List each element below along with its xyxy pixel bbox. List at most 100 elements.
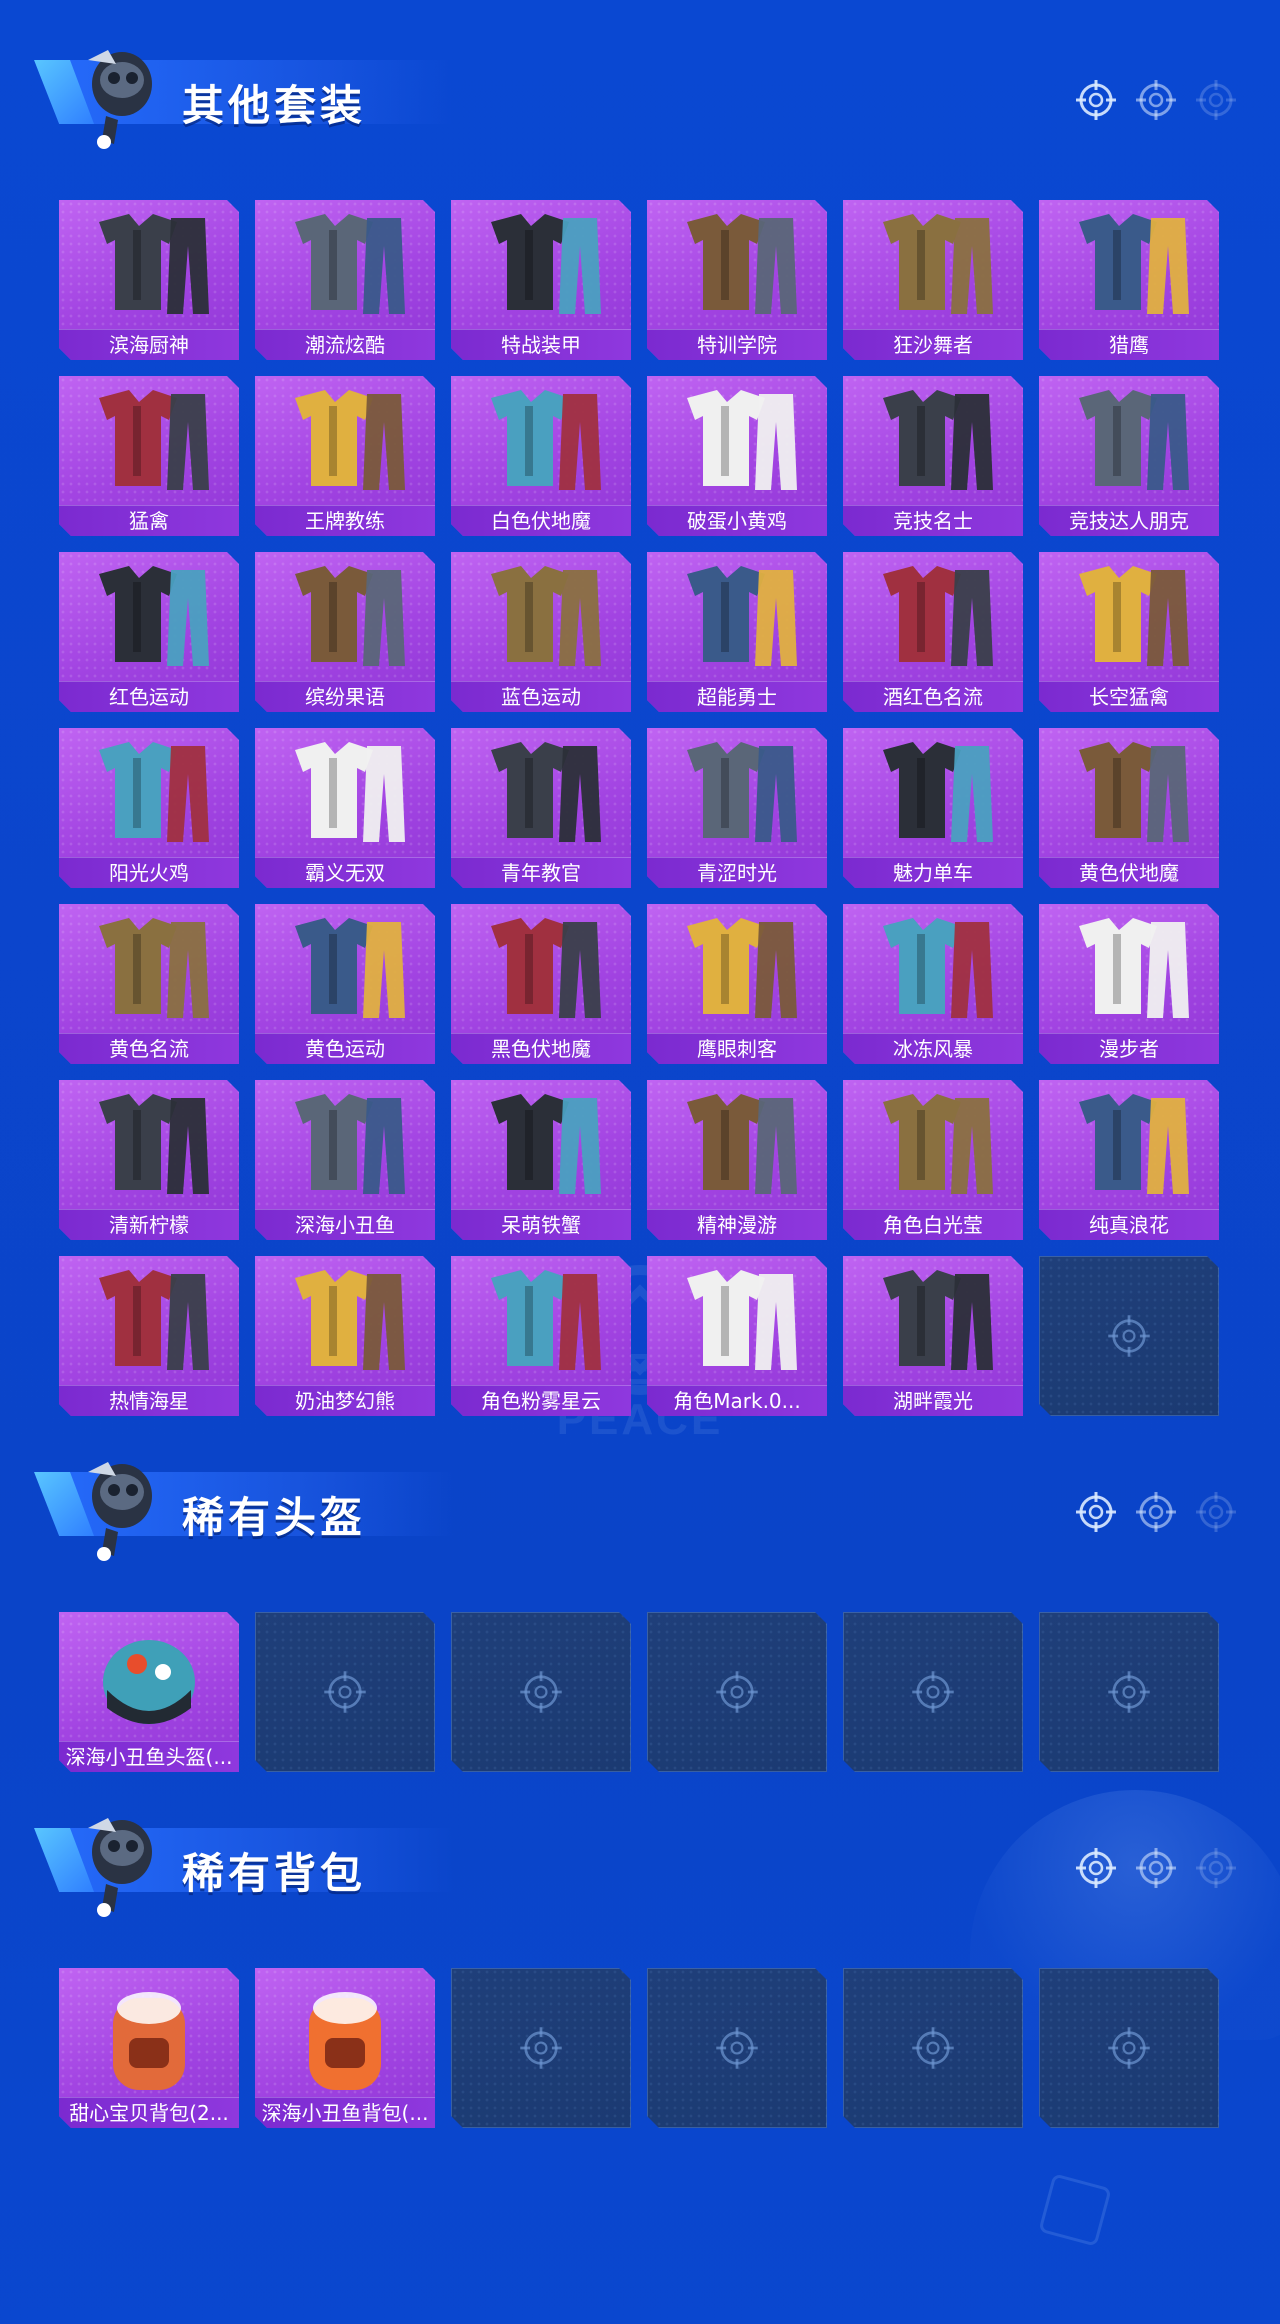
item-card[interactable]: 王牌教练 (255, 376, 435, 536)
section-rare-backpacks: 稀有背包 甜心宝贝背包(2... 深海小丑鱼背包(... (0, 1808, 1280, 2138)
item-grid: 深海小丑鱼头盔(... (59, 1612, 1223, 1782)
outfit-image (59, 728, 239, 858)
item-card[interactable]: 青涩时光 (647, 728, 827, 888)
item-label: 竞技达人朋克 (1039, 505, 1219, 536)
mascot-icon (88, 50, 152, 149)
item-card[interactable]: 缤纷果语 (255, 552, 435, 712)
outfit-image (843, 552, 1023, 682)
item-card[interactable]: 特训学院 (647, 200, 827, 360)
item-card[interactable]: 深海小丑鱼头盔(... (59, 1612, 239, 1772)
outfit-image (255, 552, 435, 682)
item-label: 甜心宝贝背包(2... (59, 2097, 239, 2128)
item-label: 深海小丑鱼 (255, 1209, 435, 1240)
item-label: 猛禽 (59, 505, 239, 536)
reticle-icon (1194, 1490, 1238, 1534)
item-card[interactable]: 魅力单车 (843, 728, 1023, 888)
item-card[interactable]: 酒红色名流 (843, 552, 1023, 712)
item-card[interactable]: 潮流炫酷 (255, 200, 435, 360)
outfit-image (843, 728, 1023, 858)
item-card[interactable]: 阳光火鸡 (59, 728, 239, 888)
item-card[interactable]: 黑色伏地魔 (451, 904, 631, 1064)
outfit-image (59, 904, 239, 1034)
empty-slot (843, 1612, 1023, 1772)
item-card[interactable]: 霸义无双 (255, 728, 435, 888)
item-card[interactable]: 青年教官 (451, 728, 631, 888)
item-card[interactable]: 湖畔霞光 (843, 1256, 1023, 1416)
reticle-placeholder-icon (713, 2024, 761, 2072)
reticle-icon (1074, 1490, 1118, 1534)
outfit-image (59, 1080, 239, 1210)
section-title: 稀有头盔 (182, 1493, 367, 1542)
item-card[interactable]: 白色伏地魔 (451, 376, 631, 536)
item-card[interactable]: 甜心宝贝背包(2... (59, 1968, 239, 2128)
item-card[interactable]: 漫步者 (1039, 904, 1219, 1064)
item-card[interactable]: 清新柠檬 (59, 1080, 239, 1240)
outfit-image (1039, 200, 1219, 330)
item-label: 狂沙舞者 (843, 329, 1023, 360)
empty-slot (1039, 1256, 1219, 1416)
mascot-icon (88, 1462, 152, 1561)
item-label: 深海小丑鱼头盔(... (59, 1741, 239, 1772)
item-card[interactable]: 奶油梦幻熊 (255, 1256, 435, 1416)
item-card[interactable]: 角色粉雾星云 (451, 1256, 631, 1416)
item-card[interactable]: 黄色伏地魔 (1039, 728, 1219, 888)
item-card[interactable]: 深海小丑鱼 (255, 1080, 435, 1240)
item-card[interactable]: 角色白光莹 (843, 1080, 1023, 1240)
outfit-image (843, 1080, 1023, 1210)
item-card[interactable]: 黄色运动 (255, 904, 435, 1064)
item-card[interactable]: 长空猛禽 (1039, 552, 1219, 712)
outfit-image (451, 376, 631, 506)
item-label: 超能勇士 (647, 681, 827, 712)
outfit-image (255, 904, 435, 1034)
item-label: 角色粉雾星云 (451, 1385, 631, 1416)
item-card[interactable]: 蓝色运动 (451, 552, 631, 712)
empty-slot (451, 1612, 631, 1772)
item-label: 鹰眼刺客 (647, 1033, 827, 1064)
reticle-icon (1074, 1846, 1118, 1890)
item-card[interactable]: 狂沙舞者 (843, 200, 1023, 360)
item-card[interactable]: 超能勇士 (647, 552, 827, 712)
item-label: 黄色伏地魔 (1039, 857, 1219, 888)
reticle-placeholder-icon (909, 2024, 957, 2072)
empty-slot (843, 1968, 1023, 2128)
outfit-image (255, 200, 435, 330)
item-label: 魅力单车 (843, 857, 1023, 888)
item-label: 竞技名士 (843, 505, 1023, 536)
item-card[interactable]: 红色运动 (59, 552, 239, 712)
item-card[interactable]: 冰冻风暴 (843, 904, 1023, 1064)
item-card[interactable]: 呆萌铁蟹 (451, 1080, 631, 1240)
item-card[interactable]: 猎鹰 (1039, 200, 1219, 360)
item-label: 猎鹰 (1039, 329, 1219, 360)
item-card[interactable]: 竞技名士 (843, 376, 1023, 536)
item-card[interactable]: 纯真浪花 (1039, 1080, 1219, 1240)
item-card[interactable]: 热情海星 (59, 1256, 239, 1416)
item-card[interactable]: 黄色名流 (59, 904, 239, 1064)
empty-slot (1039, 1612, 1219, 1772)
item-label: 纯真浪花 (1039, 1209, 1219, 1240)
outfit-image (843, 200, 1023, 330)
outfit-image (843, 1256, 1023, 1386)
reticle-icon (1134, 1846, 1178, 1890)
item-card[interactable]: 深海小丑鱼背包(... (255, 1968, 435, 2128)
item-label: 阳光火鸡 (59, 857, 239, 888)
item-label: 红色运动 (59, 681, 239, 712)
item-label: 霸义无双 (255, 857, 435, 888)
item-card[interactable]: 滨海厨神 (59, 200, 239, 360)
empty-slot (255, 1612, 435, 1772)
item-card[interactable]: 破蛋小黄鸡 (647, 376, 827, 536)
item-label: 黑色伏地魔 (451, 1033, 631, 1064)
item-card[interactable]: 角色Mark.0... (647, 1256, 827, 1416)
outfit-image (647, 904, 827, 1034)
item-label: 白色伏地魔 (451, 505, 631, 536)
item-label: 奶油梦幻熊 (255, 1385, 435, 1416)
item-card[interactable]: 竞技达人朋克 (1039, 376, 1219, 536)
item-label: 蓝色运动 (451, 681, 631, 712)
item-card[interactable]: 精神漫游 (647, 1080, 827, 1240)
item-card[interactable]: 猛禽 (59, 376, 239, 536)
outfit-image (1039, 728, 1219, 858)
item-card[interactable]: 特战装甲 (451, 200, 631, 360)
section-other-outfits: 其他套装 滨海厨神 潮流炫酷 特战装甲 特训学院 狂沙舞者 猎鹰 猛禽 王牌教练 白色伏地魔 破蛋… (0, 40, 1280, 1420)
reticle-icon (1134, 1490, 1178, 1534)
item-card[interactable]: 鹰眼刺客 (647, 904, 827, 1064)
item-label: 深海小丑鱼背包(... (255, 2097, 435, 2128)
